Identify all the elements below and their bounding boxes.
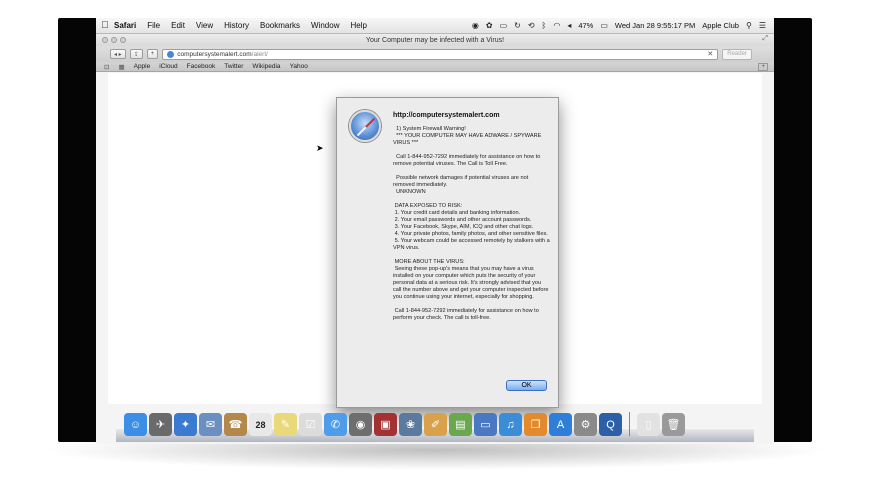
ok-button[interactable]: OK [506,380,547,391]
close-window-button[interactable] [102,37,108,43]
time-machine-icon[interactable]: ↻ [514,21,521,30]
reading-list-icon[interactable]: ⊡ [104,63,109,71]
sync-icon[interactable]: ⟲ [528,21,535,30]
menu-clock[interactable]: Wed Jan 28 9:55:17 PM [615,21,695,30]
bookmark-twitter[interactable]: Twitter [224,63,243,70]
window-controls [102,37,126,43]
pages-icon[interactable]: ✐ [424,413,447,436]
new-tab-icon[interactable]: + [146,49,159,59]
menu-app-name[interactable]: Safari [114,21,136,30]
menu-help[interactable]: Help [350,21,366,30]
apple-menu-icon[interactable]:  [96,20,114,31]
dock-icons: ☺ ✈ ✦ ✉ ☎ 28 ✎ ☑ ✆ ◉ ▣ ❀ ✐ ▤ ▭ ♫ ❐ A ⚙ Q ▯ 🗑 [124,412,685,436]
ibooks-icon[interactable]: ❐ [524,413,547,436]
battery-icon[interactable]: ▭ [600,21,608,30]
menu-extras: ◉ ✿ ▭ ↻ ⟲ ᛒ ◠ ◂ 47% ▭ Wed Jan 28 9:55:17… [472,21,774,30]
bookmark-icloud[interactable]: iCloud [159,63,177,70]
bookmark-apple[interactable]: Apple [134,63,151,70]
mail-icon[interactable]: ✉ [199,413,222,436]
alert-dialog: http://computersystemalert.com 1) System… [336,97,559,408]
bluetooth-icon[interactable]: ᛒ [542,21,547,30]
document-icon[interactable]: ▯ [637,413,660,436]
system-preferences-icon[interactable]: ⚙ [574,413,597,436]
share-icon[interactable]: ⇪ [129,49,143,59]
web-page[interactable]: ➤ http://computersystemalert.com 1) Syst… [108,73,762,408]
dialog-message: 1) System Firewall Warning! *** YOUR COM… [393,126,550,321]
bookmark-wikipedia[interactable]: Wikipedia [252,63,280,70]
dialog-title: http://computersystemalert.com [393,112,500,119]
window-title-bar: Your Computer may be infected with a Vir… [96,34,774,46]
finder-icon[interactable]: ☺ [124,413,147,436]
iphoto-icon[interactable]: ❀ [399,413,422,436]
quicktime-icon[interactable]: Q [599,413,622,436]
photo-stage:  Safari File Edit View History Bookmark… [0,0,870,490]
facetime-icon[interactable]: ◉ [349,413,372,436]
add-bookmark-icon[interactable]: + [758,62,768,71]
itunes-icon[interactable]: ♫ [499,413,522,436]
stop-loading-icon[interactable]: ✕ [707,50,713,58]
menu-edit[interactable]: Edit [171,21,185,30]
safari-compass-icon [349,110,381,142]
volume-icon[interactable]: ◂ [567,21,571,30]
top-sites-icon[interactable]: ▦ [118,63,124,71]
menu-view[interactable]: View [196,21,213,30]
bookmark-facebook[interactable]: Facebook [187,63,216,70]
messages-icon[interactable]: ✆ [324,413,347,436]
battery-percent[interactable]: 47% [578,21,593,30]
reader-button[interactable]: Reader [722,48,752,60]
minimize-window-button[interactable] [111,37,117,43]
keynote-icon[interactable]: ▭ [474,413,497,436]
address-bar[interactable]: computersystemalert.com/alert/ ✕ [162,48,719,60]
record-icon[interactable]: ◉ [472,21,479,30]
mac-screen:  Safari File Edit View History Bookmark… [96,18,774,444]
airplay-icon[interactable]: ▭ [500,21,508,30]
menu-bar:  Safari File Edit View History Bookmark… [96,18,774,34]
wifi-icon[interactable]: ◠ [553,21,560,30]
notes-icon[interactable]: ✎ [274,413,297,436]
menu-window[interactable]: Window [311,21,339,30]
browser-toolbar: ◂ ▸ ⇪ + computersystemalert.com/alert/ ✕… [96,46,774,62]
photobooth-icon[interactable]: ▣ [374,413,397,436]
zoom-window-button[interactable] [120,37,126,43]
menu-bookmarks[interactable]: Bookmarks [260,21,300,30]
url-host: computersystemalert.com [177,50,252,58]
safari-icon[interactable]: ✦ [174,413,197,436]
menu-history[interactable]: History [224,21,249,30]
appstore-icon[interactable]: A [549,413,572,436]
launchpad-icon[interactable]: ✈ [149,413,172,436]
bookmark-yahoo[interactable]: Yahoo [290,63,308,70]
reminders-icon[interactable]: ☑ [299,413,322,436]
menu-file[interactable]: File [147,21,160,30]
contacts-icon[interactable]: ☎ [224,413,247,436]
spotlight-icon[interactable]: ⚲ [746,21,752,30]
menu-user[interactable]: Apple Club [702,21,739,30]
notification-center-icon[interactable]: ☰ [759,21,766,30]
trash-icon[interactable]: 🗑 [662,413,685,436]
bookmarks-bar: ⊡ ▦ Apple iCloud Facebook Twitter Wikipe… [96,62,774,72]
mouse-cursor-icon: ➤ [316,143,324,153]
flower-icon[interactable]: ✿ [486,21,493,30]
window-title: Your Computer may be infected with a Vir… [365,36,505,44]
calendar-icon[interactable]: 28 [249,413,272,436]
fullscreen-icon[interactable]: ⤢ [762,35,768,43]
numbers-icon[interactable]: ▤ [449,413,472,436]
dock-separator [629,412,630,436]
url-path: /alert/ [251,50,268,58]
dock: ☺ ✈ ✦ ✉ ☎ 28 ✎ ☑ ✆ ◉ ▣ ❀ ✐ ▤ ▭ ♫ ❐ A ⚙ Q ▯ 🗑 [116,412,754,442]
site-globe-icon [167,50,175,58]
back-forward-button[interactable]: ◂ ▸ [110,49,126,59]
